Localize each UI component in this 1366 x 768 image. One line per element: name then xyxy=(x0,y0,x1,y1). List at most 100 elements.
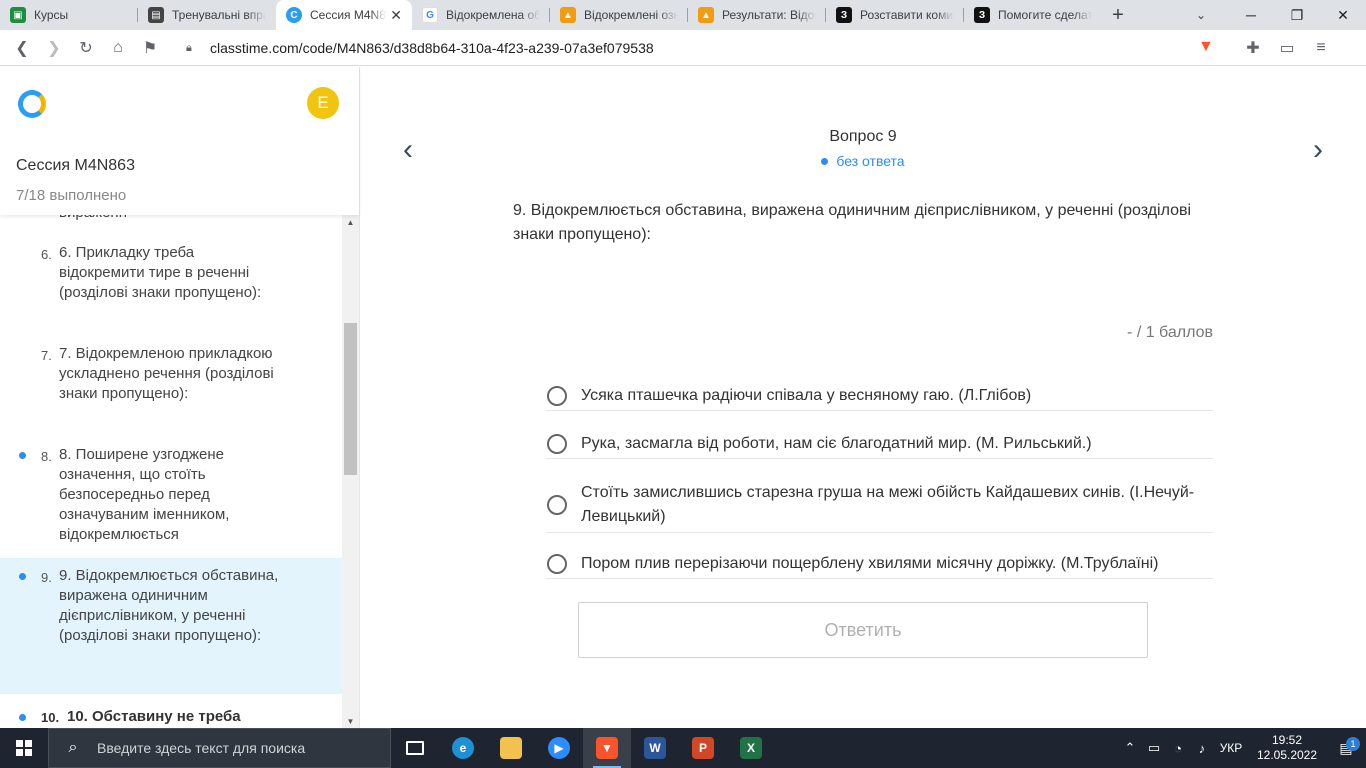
close-tab-icon[interactable]: ✕ xyxy=(390,7,402,24)
word-app[interactable]: W xyxy=(631,728,679,768)
powerpoint-icon: P xyxy=(692,737,714,759)
answered-dot-icon xyxy=(19,714,26,721)
znanija-icon: З xyxy=(836,7,852,23)
tab-exercises[interactable]: ▤ Тренувальні вправи xyxy=(138,0,276,30)
excel-icon: X xyxy=(740,737,762,759)
answered-dot-icon xyxy=(19,452,26,459)
tab-courses[interactable]: ▣ Курсы xyxy=(0,0,138,30)
brave-app[interactable]: ▼ xyxy=(583,728,631,768)
edge-icon: e xyxy=(452,737,474,759)
chevron-up-icon[interactable]: ⌃ xyxy=(1118,740,1142,756)
avatar[interactable]: E xyxy=(307,87,339,119)
language-indicator[interactable]: УКР xyxy=(1214,741,1248,755)
tab-commas[interactable]: З Розставити коми xyxy=(826,0,964,30)
sidebar-header: E Сессия M4N863 7/18 выполнено xyxy=(0,67,359,215)
google-icon: G xyxy=(422,7,438,23)
system-tray: ⌃ ▭ ◔ ♪ УКР 19:52 12.05.2022 ▤ 1 xyxy=(1118,728,1366,768)
windows-taskbar: ⌕ Введите здесь текст для поиска e ▶ ▼ W… xyxy=(0,728,1366,768)
radio-button[interactable] xyxy=(547,553,567,574)
windows-logo-icon xyxy=(16,740,32,756)
session-title: Сессия M4N863 xyxy=(16,157,135,174)
znanija-icon: З xyxy=(974,7,990,23)
submit-answer-button[interactable]: Ответить xyxy=(578,602,1148,658)
zoom-icon: ▶ xyxy=(548,737,570,759)
scroll-up-icon[interactable]: ▲ xyxy=(342,215,359,229)
powerpoint-app[interactable]: P xyxy=(679,728,727,768)
edge-app[interactable]: e xyxy=(439,728,487,768)
lock-icon: 🔒︎ xyxy=(186,41,192,54)
question-status: без ответа xyxy=(360,153,1366,169)
task-view-button[interactable] xyxy=(391,728,439,768)
address-bar[interactable]: 🔒︎ classtime.com/code/M4N863/d38d8b64-31… xyxy=(174,33,1218,62)
radio-button[interactable] xyxy=(547,433,567,454)
notification-badge: 1 xyxy=(1346,736,1360,751)
answer-option-1[interactable]: Усяка пташечка радіючи співала у весняно… xyxy=(546,385,1213,411)
doc-icon: ▤ xyxy=(148,7,164,23)
back-button[interactable]: ❮ xyxy=(6,32,38,64)
tab-google[interactable]: G Відокремлена обставина xyxy=(412,0,550,30)
score-text: - / 1 баллов xyxy=(1127,324,1213,341)
menu-icon[interactable]: ≡ xyxy=(1304,32,1338,64)
question-item-7[interactable]: 7. 7. Відокремленою прикладкою ускладнен… xyxy=(0,344,342,430)
bookmark-button[interactable]: ⚑ xyxy=(134,32,166,64)
status-dot-icon xyxy=(821,157,829,165)
reload-button[interactable]: ↻ xyxy=(70,32,102,64)
volume-icon[interactable]: ♪ xyxy=(1190,741,1214,756)
url-text: classtime.com/code/M4N863/d38d8b64-310a-… xyxy=(210,39,654,56)
forward-button[interactable]: ❯ xyxy=(38,32,70,64)
wallet-icon[interactable]: ▭ xyxy=(1270,32,1304,64)
battery-icon[interactable]: ▭ xyxy=(1142,740,1166,756)
tab-means[interactable]: ▲ Відокремлені означення xyxy=(550,0,688,30)
brave-shield-icon[interactable]: ▼ xyxy=(1198,38,1218,58)
radio-button[interactable] xyxy=(547,385,567,406)
minimize-button[interactable]: ─ xyxy=(1228,0,1274,30)
answer-option-4[interactable]: Пором плив перерізаючи пощерблену хвилям… xyxy=(546,553,1213,579)
start-button[interactable] xyxy=(0,728,48,768)
network-icon[interactable]: ◔ xyxy=(1166,741,1190,756)
folder-icon xyxy=(500,737,522,759)
tab-session-active[interactable]: C Сессия M4N863 ✕ xyxy=(276,0,412,30)
sidebar: E Сессия M4N863 7/18 выполнено вираженн … xyxy=(0,67,360,728)
answered-dot-icon xyxy=(19,573,26,580)
question-item-8[interactable]: 8. 8. Поширене узгоджене означення, що с… xyxy=(0,445,342,551)
main-content: ‹ › Вопрос 9 без ответа 9. Відокремлюєть… xyxy=(360,67,1366,728)
restore-button[interactable]: ❐ xyxy=(1274,0,1320,30)
word-icon: W xyxy=(644,737,666,759)
tab-help[interactable]: З Помогите сделать xyxy=(964,0,1102,30)
scroll-down-icon[interactable]: ▼ xyxy=(342,714,359,728)
search-icon: ⌕ xyxy=(68,739,78,756)
classroom-icon: ▣ xyxy=(10,7,26,23)
list-item-partial[interactable]: вираженн xyxy=(0,215,342,223)
task-view-icon xyxy=(406,741,424,755)
zoom-app[interactable]: ▶ xyxy=(535,728,583,768)
sidebar-scrollbar[interactable]: ▲ ▼ xyxy=(342,215,359,728)
radio-button[interactable] xyxy=(547,494,567,515)
question-list: вираженн 6. 6. Прикладку треба відокреми… xyxy=(0,215,342,728)
home-button[interactable]: ⌂ xyxy=(102,32,134,64)
classtime-icon: C xyxy=(286,7,302,23)
clock[interactable]: 19:52 12.05.2022 xyxy=(1248,733,1326,763)
answer-option-3[interactable]: Стоїть замислившись старезна груша на ме… xyxy=(546,481,1213,533)
explorer-app[interactable] xyxy=(487,728,535,768)
question-header: Вопрос 9 xyxy=(829,128,897,145)
brave-icon: ▼ xyxy=(596,737,618,759)
excel-app[interactable]: X xyxy=(727,728,775,768)
question-text: 9. Відокремлюється обставина, виражена о… xyxy=(513,202,1192,243)
tab-strip: ▣ Курсы ▤ Тренувальні вправи C Сессия M4… xyxy=(0,0,1366,30)
question-item-6[interactable]: 6. 6. Прикладку треба відокремити тире в… xyxy=(0,243,342,329)
browser-toolbar: ❮ ❯ ↻ ⌂ ⚑ 🔒︎ classtime.com/code/M4N863/d… xyxy=(0,30,1366,66)
tab-results[interactable]: ▲ Результати: Відокремлені xyxy=(688,0,826,30)
extensions-icon[interactable]: ✚ xyxy=(1236,32,1270,64)
question-item-10[interactable]: 10. 10. Обставину не треба xyxy=(0,707,342,728)
notifications-button[interactable]: ▤ 1 xyxy=(1326,736,1366,757)
scrollbar-thumb[interactable] xyxy=(344,323,357,475)
answer-option-2[interactable]: Рука, засмагла від роботи, нам сіє благо… xyxy=(546,433,1213,459)
bell-icon: ▲ xyxy=(698,7,714,23)
classtime-logo-icon[interactable] xyxy=(18,90,46,118)
tab-search-chevron-icon[interactable]: ⌄ xyxy=(1186,0,1216,30)
bell-icon: ▲ xyxy=(560,7,576,23)
question-item-9-active[interactable]: 9. 9. Відокремлюється обставина, виражен… xyxy=(0,558,342,694)
new-tab-button[interactable]: + xyxy=(1102,0,1134,30)
close-window-button[interactable]: ✕ xyxy=(1320,0,1366,30)
taskbar-search[interactable]: ⌕ Введите здесь текст для поиска xyxy=(48,728,391,768)
